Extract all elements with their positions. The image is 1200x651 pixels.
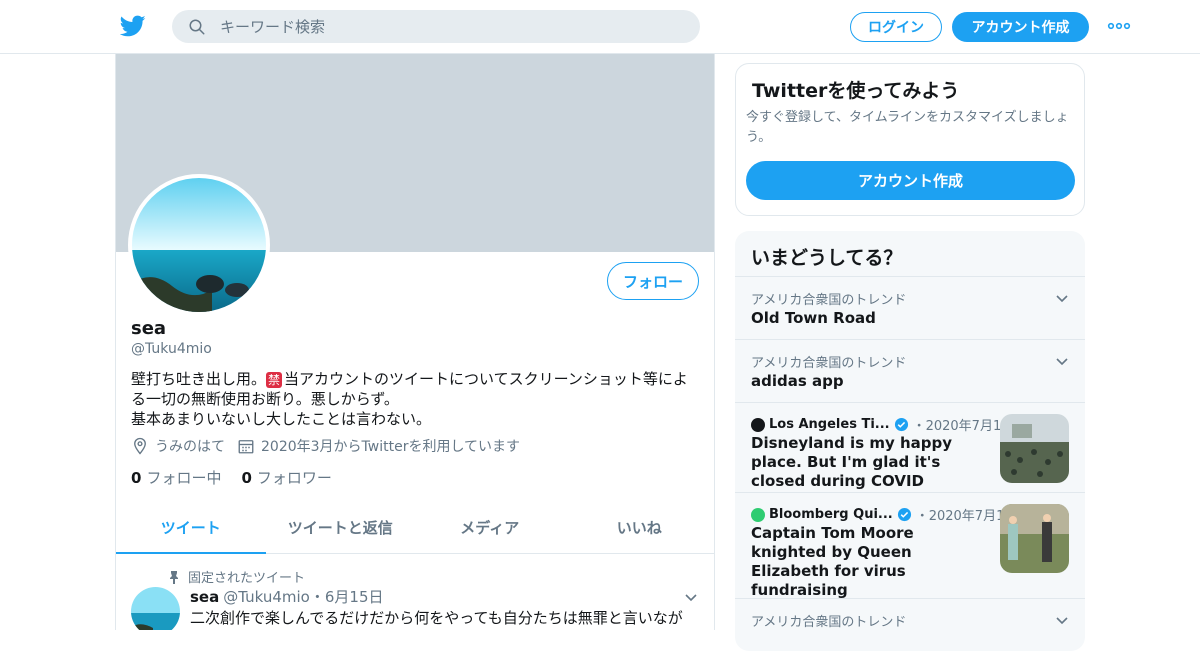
- tab-tweets-replies[interactable]: ツイートと返信: [266, 502, 416, 553]
- trends-title: いまどうしてる？: [751, 247, 903, 269]
- news-item[interactable]: Bloomberg Qui... ・2020年7月18日 Captain Tom…: [735, 492, 1085, 599]
- news-source: Los Angeles Ti... ・2020年7月18日: [751, 415, 1023, 434]
- twitter-logo-icon[interactable]: [120, 13, 146, 39]
- signup-button[interactable]: アカウント作成: [952, 12, 1089, 42]
- follow-button[interactable]: フォロー: [607, 262, 699, 300]
- pinned-tweet[interactable]: 固定されたツイート sea @Tuku4mio・6月15日 二次創作で楽しんでるだ…: [116, 555, 714, 630]
- trend-context: アメリカ合衆国のトレンド: [751, 293, 907, 308]
- bio-text: 壁打ち吐き出し用。: [131, 370, 267, 388]
- chevron-down-icon[interactable]: [1054, 290, 1070, 306]
- news-source: Bloomberg Qui... ・2020年7月18日: [751, 505, 1026, 524]
- tweet-handle-date: @Tuku4mio・6月15日: [223, 588, 384, 606]
- chevron-down-icon[interactable]: [1054, 353, 1070, 369]
- signup-card-button[interactable]: アカウント作成: [746, 161, 1075, 200]
- profile-bio: 壁打ち吐き出し用。禁当アカウントのツイートについてスクリーンショット等によ る一…: [131, 369, 706, 429]
- tab-likes[interactable]: いいね: [565, 502, 715, 553]
- news-title: Disneyland is my happy place. But I'm gl…: [751, 434, 953, 490]
- signup-card: Twitterを使ってみよう 今すぐ登録して、タイムラインをカスタマイズしましょ…: [735, 63, 1085, 216]
- bloomberg-quicktake-logo-icon: [751, 507, 765, 522]
- profile-joined: 2020年3月からTwitterを利用しています: [261, 439, 521, 455]
- profile-location: うみのはて: [155, 439, 225, 455]
- sea-image-icon: [132, 178, 266, 312]
- profile-stats: 0 フォロー中 0 フォロワー: [131, 467, 352, 488]
- profile-column: フォロー sea @Tuku4mio 壁打ち吐き出し用。禁当アカウントのツイート…: [115, 54, 715, 630]
- calendar-icon: [238, 440, 254, 454]
- verified-icon: [894, 417, 908, 432]
- tab-media[interactable]: メディア: [415, 502, 565, 553]
- pinned-label: 固定されたツイート: [168, 567, 305, 586]
- more-icon[interactable]: [1107, 18, 1131, 34]
- bio-text: る一切の無断使用お断り。悪しからず。: [131, 390, 399, 408]
- bio-text: 当アカウントのツイートについてスクリーンショット等によ: [284, 370, 688, 388]
- tweet-text: 二次創作で楽しんでるだけだから何をやっても自分たちは無罪と言いなが: [190, 609, 683, 627]
- signup-card-text: 今すぐ登録して、タイムラインをカスタマイズしましょう。: [746, 110, 1069, 145]
- tab-tweets[interactable]: ツイート: [116, 502, 266, 554]
- search-input[interactable]: [220, 17, 660, 36]
- prohibited-emoji-icon: 禁: [266, 372, 283, 388]
- following-stat[interactable]: 0 フォロー中: [131, 467, 221, 488]
- signup-card-title: Twitterを使ってみよう: [752, 80, 960, 102]
- tweet-author-name[interactable]: sea: [190, 588, 219, 606]
- trend-context: アメリカ合衆国のトレンド: [751, 615, 907, 630]
- profile-meta: うみのはて 2020年3月からTwitterを利用しています: [131, 436, 520, 456]
- trend-item[interactable]: アメリカ合衆国のトレンド Old Town Road: [735, 276, 1085, 339]
- profile-name: sea: [131, 318, 167, 339]
- trend-name: Old Town Road: [751, 309, 876, 327]
- trend-item[interactable]: アメリカ合衆国のトレンド adidas app: [735, 339, 1085, 402]
- news-thumbnail: [1000, 504, 1069, 573]
- trends-card: いまどうしてる？ アメリカ合衆国のトレンド Old Town Road アメリカ…: [735, 231, 1085, 651]
- chevron-down-icon[interactable]: [683, 589, 699, 605]
- bio-text: 基本あまりいないし大したことは言わない。: [131, 410, 432, 428]
- tweet-avatar[interactable]: [131, 587, 180, 630]
- followers-stat[interactable]: 0 フォロワー: [241, 467, 331, 488]
- search-icon: [189, 19, 205, 34]
- tweet-header: sea @Tuku4mio・6月15日: [190, 586, 384, 607]
- news-thumbnail: [1000, 414, 1069, 483]
- los-angeles-times-logo-icon: [751, 417, 765, 432]
- trend-item[interactable]: アメリカ合衆国のトレンド: [735, 598, 1085, 651]
- login-button[interactable]: ログイン: [850, 12, 942, 42]
- verified-icon: [897, 507, 911, 522]
- location-icon: [134, 437, 146, 455]
- news-item[interactable]: Los Angeles Ti... ・2020年7月18日 Disneyland…: [735, 402, 1085, 492]
- news-title: Captain Tom Moore knighted by Queen Eliz…: [751, 524, 914, 599]
- profile-handle: @Tuku4mio: [131, 341, 212, 357]
- trend-name: adidas app: [751, 372, 844, 390]
- search-box[interactable]: [172, 10, 700, 43]
- profile-avatar[interactable]: [128, 174, 270, 316]
- chevron-down-icon[interactable]: [1054, 612, 1070, 628]
- trend-context: アメリカ合衆国のトレンド: [751, 356, 907, 371]
- pin-icon: [170, 570, 178, 584]
- profile-tabs: ツイート ツイートと返信 メディア いいね: [116, 502, 714, 554]
- sea-image-icon: [131, 587, 180, 630]
- top-bar: ログイン アカウント作成: [0, 0, 1200, 54]
